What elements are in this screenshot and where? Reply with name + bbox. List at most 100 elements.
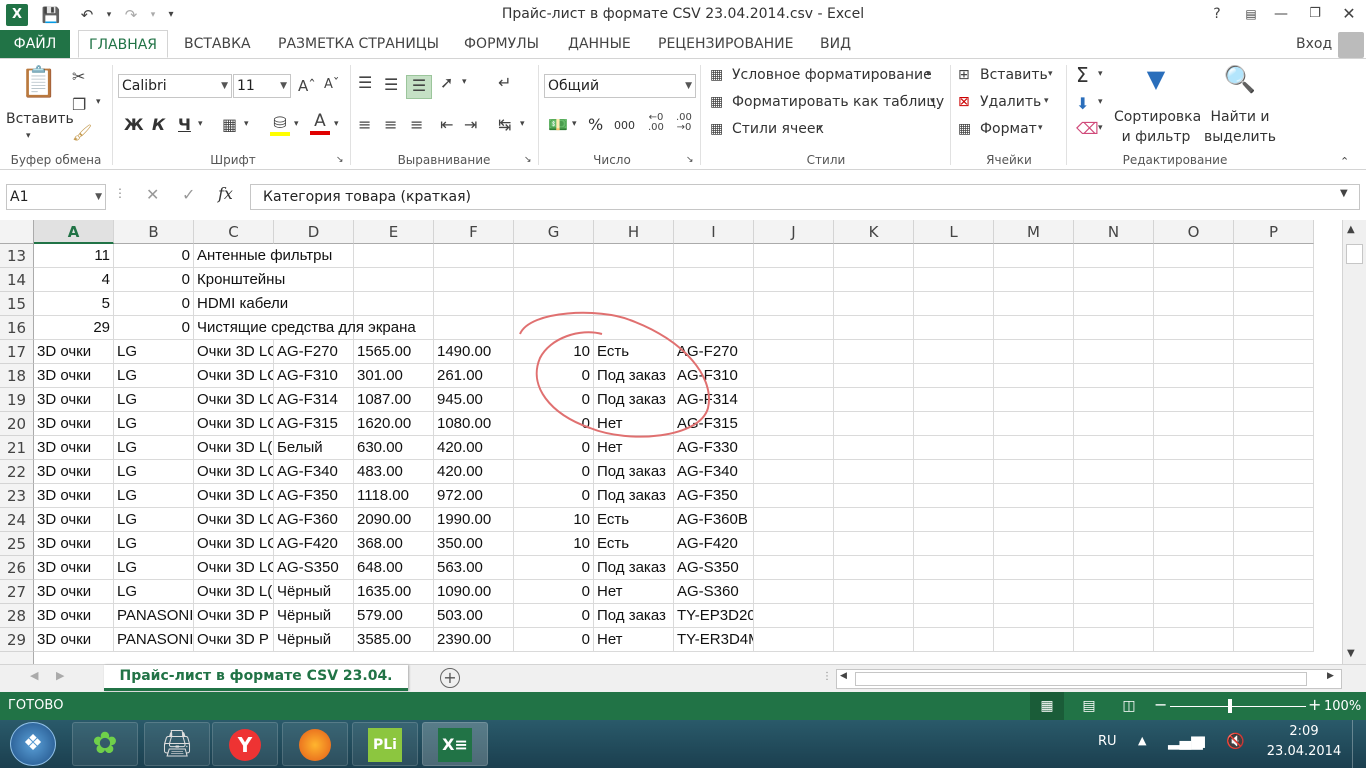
orientation-icon[interactable]: ➚	[440, 73, 453, 92]
cell[interactable]	[834, 244, 914, 268]
cell[interactable]	[914, 580, 994, 604]
cell[interactable]	[1154, 508, 1234, 532]
cell[interactable]: 3D очки	[34, 484, 114, 508]
conditional-format-dropdown-icon[interactable]: ▾	[926, 69, 931, 79]
cut-icon[interactable]: ✂	[72, 67, 85, 86]
cell[interactable]: 5	[34, 292, 114, 316]
format-cells-dropdown-icon[interactable]: ▾	[1038, 123, 1043, 133]
cell[interactable]: Очки 3D LG	[194, 340, 274, 364]
cell[interactable]	[1154, 268, 1234, 292]
cell[interactable]: Чёрный	[274, 580, 354, 604]
number-dialog-launcher-icon[interactable]: ↘	[686, 155, 694, 165]
cell[interactable]: AG-F420	[674, 532, 754, 556]
cell[interactable]: LG	[114, 436, 194, 460]
cell[interactable]	[994, 268, 1074, 292]
cell[interactable]: 0	[514, 556, 594, 580]
cell[interactable]	[1074, 316, 1154, 340]
row-header[interactable]: 29	[0, 628, 34, 652]
font-dialog-launcher-icon[interactable]: ↘	[336, 155, 344, 165]
alignment-dialog-launcher-icon[interactable]: ↘	[524, 155, 532, 165]
cell-styles-icon[interactable]: ▦	[710, 121, 723, 137]
cell[interactable]	[1074, 604, 1154, 628]
tab-home[interactable]: ГЛАВНАЯ	[78, 30, 168, 58]
cell[interactable]	[834, 532, 914, 556]
percent-button[interactable]: %	[588, 115, 603, 134]
cell[interactable]	[1154, 388, 1234, 412]
cell[interactable]: 3D очки	[34, 508, 114, 532]
tab-split-icon[interactable]: ⋮	[822, 671, 832, 682]
font-color-dropdown-icon[interactable]: ▾	[334, 119, 339, 129]
format-table-dropdown-icon[interactable]: ▾	[930, 96, 935, 106]
cell[interactable]	[834, 508, 914, 532]
italic-button[interactable]: К	[152, 115, 165, 134]
cell[interactable]: Кронштейны	[194, 268, 514, 292]
cell[interactable]	[1074, 580, 1154, 604]
horizontal-scroll-thumb[interactable]	[855, 672, 1307, 686]
cell[interactable]	[754, 556, 834, 580]
merge-dropdown-icon[interactable]: ▾	[520, 119, 525, 129]
tab-insert[interactable]: ВСТАВКА	[176, 30, 259, 58]
cell[interactable]	[994, 508, 1074, 532]
cell-styles-button[interactable]: Стили ячеек	[732, 121, 824, 137]
cell[interactable]: AG-S350	[274, 556, 354, 580]
cell[interactable]	[994, 244, 1074, 268]
cell[interactable]	[914, 316, 994, 340]
cell[interactable]	[1154, 460, 1234, 484]
cell[interactable]	[994, 556, 1074, 580]
cell[interactable]	[1074, 364, 1154, 388]
bold-button[interactable]: Ж	[124, 115, 144, 134]
cell[interactable]	[834, 364, 914, 388]
cell[interactable]	[994, 532, 1074, 556]
cell[interactable]	[594, 244, 674, 268]
cell[interactable]	[1074, 628, 1154, 652]
cell[interactable]	[1234, 460, 1314, 484]
cell[interactable]: LG	[114, 484, 194, 508]
cell[interactable]	[1234, 436, 1314, 460]
cell[interactable]: AG-S350	[674, 556, 754, 580]
cell[interactable]	[754, 292, 834, 316]
cell[interactable]: 1490.00	[434, 340, 514, 364]
show-hidden-icons-icon[interactable]: ▲	[1138, 734, 1146, 747]
cell[interactable]: 0	[514, 460, 594, 484]
ribbon-display-options-icon[interactable]: ▤	[1236, 3, 1266, 25]
cell[interactable]	[1154, 484, 1234, 508]
zoom-level[interactable]: 100%	[1324, 699, 1361, 714]
cell[interactable]	[834, 316, 914, 340]
decrease-indent-icon[interactable]: ⇤	[440, 115, 453, 134]
cell[interactable]: PANASONI	[114, 628, 194, 652]
icq-app-icon[interactable]: ✿	[72, 722, 138, 766]
cell[interactable]	[914, 532, 994, 556]
cell[interactable]: Очки 3D LG	[194, 556, 274, 580]
cell[interactable]	[754, 532, 834, 556]
cell[interactable]	[994, 292, 1074, 316]
cell[interactable]	[754, 340, 834, 364]
cell[interactable]	[1154, 412, 1234, 436]
language-indicator[interactable]: RU	[1098, 734, 1117, 749]
increase-indent-icon[interactable]: ⇥	[464, 115, 477, 134]
cell[interactable]: 1087.00	[354, 388, 434, 412]
zoom-out-button[interactable]: −	[1154, 695, 1167, 714]
cell[interactable]	[834, 580, 914, 604]
battery-icon[interactable]: ▮	[1198, 732, 1206, 750]
cell[interactable]	[834, 604, 914, 628]
cell[interactable]	[754, 388, 834, 412]
cell[interactable]: 1118.00	[354, 484, 434, 508]
cell[interactable]: Чистящие средства для экрана	[194, 316, 514, 340]
cell[interactable]	[1154, 244, 1234, 268]
formula-input[interactable]: Категория товара (краткая)	[250, 184, 1360, 210]
merge-center-icon[interactable]: ↹	[498, 115, 511, 134]
cell[interactable]: 3D очки	[34, 436, 114, 460]
cell[interactable]: 3D очки	[34, 364, 114, 388]
paste-button[interactable]: Вставить	[6, 111, 74, 127]
cell[interactable]	[1234, 268, 1314, 292]
cell[interactable]	[1234, 340, 1314, 364]
align-bottom-icon[interactable]: ☰	[406, 75, 432, 99]
cell[interactable]: Очки 3D LG	[194, 364, 274, 388]
cell[interactable]: 3D очки	[34, 340, 114, 364]
row-header[interactable]: 17	[0, 340, 34, 364]
cell[interactable]	[914, 244, 994, 268]
cell[interactable]: 0	[114, 268, 194, 292]
format-as-table-button[interactable]: Форматировать как таблицу	[732, 94, 944, 110]
select-all-corner[interactable]	[0, 220, 34, 244]
cell[interactable]	[1154, 580, 1234, 604]
